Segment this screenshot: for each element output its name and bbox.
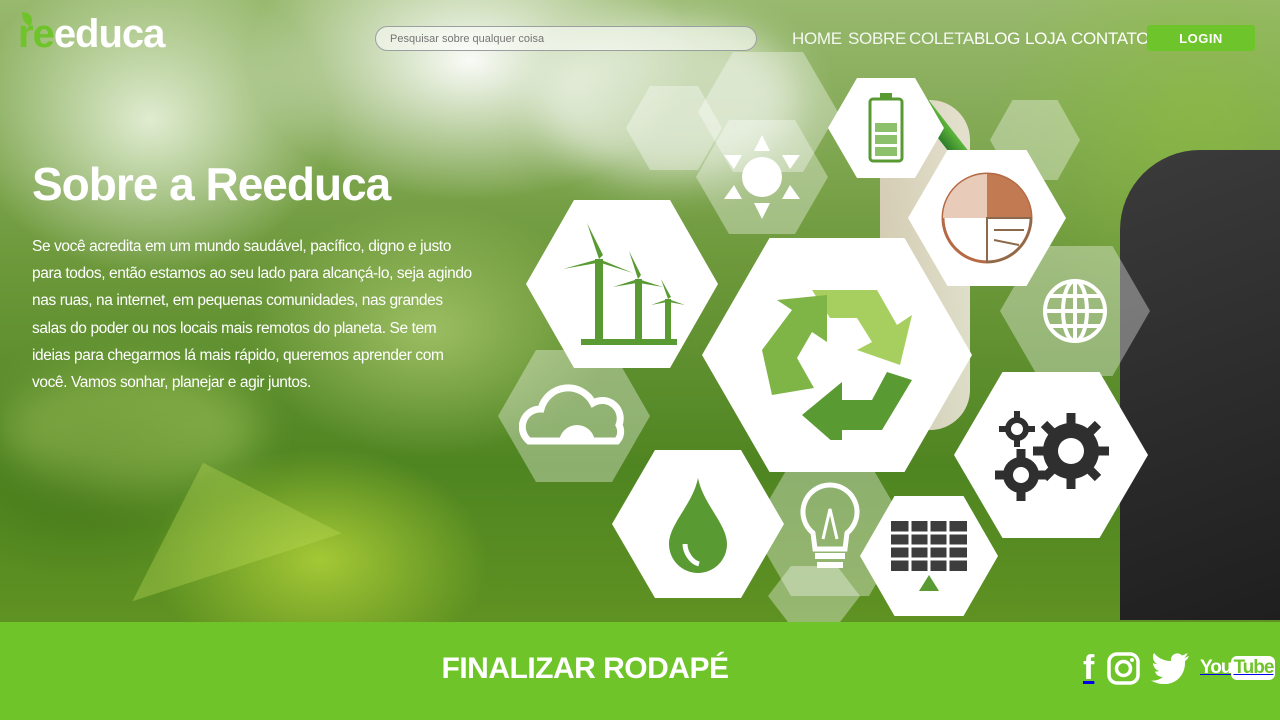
- water-drop-icon: [669, 478, 727, 573]
- twitter-icon[interactable]: [1150, 650, 1190, 686]
- youtube-you: You: [1200, 657, 1233, 678]
- nav-loja[interactable]: LOJA: [1025, 28, 1071, 50]
- recycle-icon: [762, 290, 912, 440]
- search-input[interactable]: [375, 26, 757, 51]
- gears-icon: [995, 411, 1109, 501]
- hex-cloud: [498, 350, 650, 482]
- hex-gears: [954, 372, 1148, 538]
- logo-suffix: educa: [53, 12, 166, 56]
- footer: FINALIZAR RODAPÉ f You Tube: [0, 622, 1280, 720]
- nav-home[interactable]: HOME: [792, 28, 848, 50]
- solar-panel-icon: [891, 521, 967, 591]
- battery-icon: [868, 93, 904, 163]
- facebook-icon[interactable]: f: [1083, 650, 1094, 686]
- suit-sleeve: [1120, 150, 1280, 620]
- nav-coleta[interactable]: COLETA: [909, 28, 974, 50]
- logo[interactable]: reeduca: [18, 12, 166, 56]
- login-button[interactable]: LOGIN: [1147, 25, 1255, 51]
- youtube-icon[interactable]: You Tube: [1200, 650, 1276, 686]
- instagram-glyph: [1107, 651, 1140, 685]
- main-nav: HOME SOBRE COLETA BLOG LOJA CONTATO: [792, 28, 1149, 50]
- pie-chart-icon: [941, 172, 1033, 264]
- nav-contato[interactable]: CONTATO: [1071, 28, 1149, 50]
- facebook-glyph: f: [1083, 649, 1095, 687]
- hex-wind: [526, 200, 718, 368]
- footer-text: FINALIZAR RODAPÉ: [441, 652, 730, 685]
- cloud-sun-icon: [519, 384, 625, 445]
- youtube-tube: Tube: [1231, 656, 1276, 680]
- page-title: Sobre a Reeduca: [32, 158, 391, 210]
- twitter-glyph: [1151, 653, 1189, 684]
- leaf-icon: [22, 12, 32, 26]
- light-bulb-icon: [800, 482, 860, 568]
- about-paragraph: Se você acredita em um mundo saudável, p…: [32, 238, 472, 392]
- instagram-icon[interactable]: [1107, 650, 1140, 686]
- wind-turbines-icon: [563, 223, 685, 345]
- nav-sobre[interactable]: SOBRE: [848, 28, 909, 50]
- sun-icon: [724, 135, 800, 219]
- nav-blog[interactable]: BLOG: [974, 28, 1025, 50]
- globe-icon: [1043, 279, 1107, 343]
